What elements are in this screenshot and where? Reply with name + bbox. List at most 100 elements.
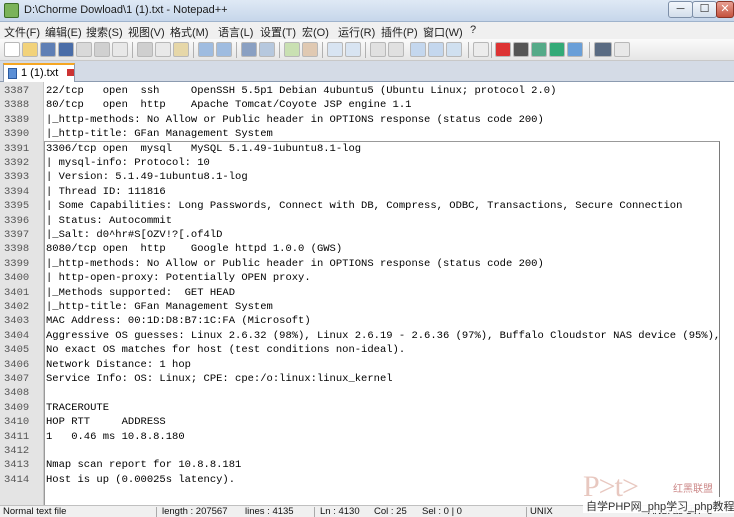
menu-search[interactable]: 搜索(S) (86, 24, 123, 40)
sync-horizontal-icon[interactable] (345, 42, 361, 57)
play-macro-icon[interactable] (531, 42, 547, 57)
status-separator (156, 507, 157, 517)
line-text: HOP RTT ADDRESS (46, 416, 166, 429)
minimize-button[interactable]: ─ (668, 1, 693, 18)
line-text: |_http-title: GFan Management System (46, 128, 273, 141)
line-text: Nmap scan report for 10.8.8.181 (46, 459, 242, 472)
line-number: 3407 (4, 373, 30, 385)
line-text: | http-open-proxy: Potentially OPEN prox… (46, 272, 311, 285)
user-language-icon[interactable] (428, 42, 444, 57)
redo-icon[interactable] (216, 42, 232, 57)
status-length: length : 207567 (162, 506, 228, 517)
line-number: 3391 (4, 142, 30, 155)
close-button[interactable]: ✕ (716, 1, 734, 18)
menu-file[interactable]: 文件(F) (4, 24, 40, 40)
paste-icon[interactable] (173, 42, 189, 57)
print-icon[interactable] (112, 42, 128, 57)
notepad-plus-plus-icon (4, 3, 19, 18)
toolbar-separator (279, 42, 280, 58)
code-line: 3397 |_Salt: d0^hr#S[OZV!?[.of4lD (0, 228, 734, 242)
doc-map-icon[interactable] (446, 42, 462, 57)
window-title: D:\Chorme Dowload\1 (1).txt - Notepad++ (24, 4, 228, 16)
status-eol: UNIX (530, 506, 553, 517)
spell-check-icon[interactable] (594, 42, 612, 57)
zoom-out-icon[interactable] (302, 42, 318, 57)
menu-plugins[interactable]: 插件(P) (381, 24, 418, 40)
save-icon[interactable] (40, 42, 56, 57)
run-macro-multiple-icon[interactable] (549, 42, 565, 57)
save-all-icon[interactable] (58, 42, 74, 57)
line-number: 3393 (4, 171, 30, 184)
menu-view[interactable]: 视图(V) (128, 24, 165, 40)
line-number: 3401 (4, 286, 30, 299)
menu-window[interactable]: 窗口(W) (423, 24, 463, 40)
code-line: 3393 | Version: 5.1.49-1ubuntu8.1-log (0, 170, 734, 184)
line-number: 3392 (4, 157, 30, 169)
line-number: 3389 (4, 113, 30, 126)
indent-guide-icon[interactable] (410, 42, 426, 57)
code-line: 3412 (0, 444, 734, 458)
line-number: 3394 (4, 185, 30, 198)
line-number: 3395 (4, 200, 30, 213)
status-lines: lines : 4135 (245, 506, 294, 517)
open-file-icon[interactable] (22, 42, 38, 57)
line-number: 3400 (4, 272, 30, 285)
line-number: 3414 (4, 473, 30, 486)
replace-icon[interactable] (259, 42, 275, 57)
line-number: 3397 (4, 229, 30, 241)
maximize-button[interactable]: ☐ (692, 1, 717, 18)
tab-file[interactable]: 1 (1).txt (3, 63, 75, 82)
line-text: No exact OS matches for host (test condi… (46, 344, 406, 357)
cut-icon[interactable] (137, 42, 153, 57)
code-line: 3400 | http-open-proxy: Potentially OPEN … (0, 271, 734, 285)
code-line: 3406 Network Distance: 1 hop (0, 358, 734, 372)
line-number: 3413 (4, 459, 30, 472)
menu-language[interactable]: 语言(L) (218, 24, 253, 40)
code-line: 3391 3306/tcp open mysql MySQL 5.1.49-1ub… (0, 142, 734, 156)
close-icon[interactable] (67, 69, 74, 76)
menu-run[interactable]: 运行(R) (338, 24, 375, 40)
save-macro-icon[interactable] (567, 42, 583, 57)
status-selection: Sel : 0 | 0 (422, 506, 462, 517)
code-line: 3388 80/tcp open http Apache Tomcat/Coyot… (0, 98, 734, 112)
line-number: 3398 (4, 243, 30, 256)
code-line: 3409 TRACEROUTE (0, 401, 734, 415)
line-text: |_http-methods: No Allow or Public heade… (46, 113, 544, 126)
new-file-icon[interactable] (4, 42, 20, 57)
stop-macro-icon[interactable] (513, 42, 529, 57)
line-text: | Version: 5.1.49-1ubuntu8.1-log (46, 171, 248, 184)
editor[interactable]: 3387 22/tcp open ssh OpenSSH 5.5p1 Debian… (0, 82, 734, 505)
code-line: 3392 | mysql-info: Protocol: 10 (0, 156, 734, 170)
code-line: 3387 22/tcp open ssh OpenSSH 5.5p1 Debian… (0, 84, 734, 98)
line-text: |_http-methods: No Allow or Public heade… (46, 257, 544, 270)
zoom-in-icon[interactable] (284, 42, 300, 57)
toolbar-separator (236, 42, 237, 58)
line-number: 3399 (4, 257, 30, 270)
code-line: 3408 (0, 386, 734, 400)
menu-macro[interactable]: 宏(O) (302, 24, 329, 40)
code-line: 3402 |_http-title: GFan Management System (0, 300, 734, 314)
menu-help[interactable]: ? (470, 24, 476, 36)
copy-icon[interactable] (155, 42, 171, 57)
toolbar (0, 39, 734, 61)
code-line: 3403 MAC Address: 00:1D:D8:B7:1C:FA (Micr… (0, 314, 734, 328)
menu-settings[interactable]: 设置(T) (260, 24, 296, 40)
extra-icon[interactable] (614, 42, 630, 57)
line-number: 3403 (4, 315, 30, 328)
line-text: 8080/tcp open http Google httpd 1.0.0 (G… (46, 243, 343, 256)
show-all-chars-icon[interactable] (388, 42, 404, 57)
close-all-icon[interactable] (94, 42, 110, 57)
menu-edit[interactable]: 编辑(E) (45, 24, 82, 40)
line-text: |_Salt: d0^hr#S[OZV!?[.of4lD (46, 229, 223, 241)
function-list-icon[interactable] (473, 42, 489, 57)
record-macro-icon[interactable] (495, 42, 511, 57)
line-text: |_Methods supported: GET HEAD (46, 286, 236, 299)
close-file-icon[interactable] (76, 42, 92, 57)
undo-icon[interactable] (198, 42, 214, 57)
code-line: 3395 | Some Capabilities: Long Passwords,… (0, 199, 734, 213)
line-text: TRACEROUTE (46, 401, 110, 414)
find-icon[interactable] (241, 42, 257, 57)
menu-format[interactable]: 格式(M) (170, 24, 209, 40)
word-wrap-icon[interactable] (370, 42, 386, 57)
sync-vertical-icon[interactable] (327, 42, 343, 57)
